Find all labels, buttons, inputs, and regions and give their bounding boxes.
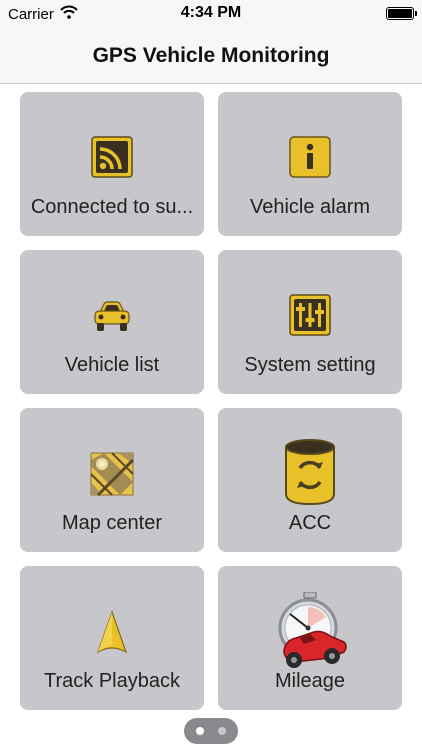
- car-icon: [92, 300, 132, 339]
- battery-icon: [386, 7, 417, 20]
- status-time: 4:34 PM: [180, 4, 242, 21]
- tile-mileage[interactable]: Mileage: [218, 566, 402, 710]
- tile-label: System setting: [244, 354, 376, 376]
- tile-label: Vehicle list: [64, 354, 160, 376]
- page-control[interactable]: [184, 718, 238, 744]
- page-dot-active[interactable]: [196, 727, 204, 735]
- navigation-bar: GPS Vehicle Monitoring: [0, 28, 422, 84]
- tile-label: Track Playback: [44, 670, 180, 692]
- rss-icon: [91, 136, 133, 183]
- map-icon: [90, 452, 135, 501]
- stopwatch-car-icon: [270, 591, 350, 675]
- sliders-icon: [289, 294, 331, 341]
- info-icon: [289, 136, 331, 183]
- tile-track-playback[interactable]: Track Playback: [20, 566, 204, 710]
- tile-label: Mileage: [274, 670, 346, 692]
- navigation-arrow-icon: [95, 610, 129, 661]
- tile-connected[interactable]: Connected to su...: [20, 92, 204, 236]
- tile-label: Vehicle alarm: [249, 196, 371, 218]
- tile-map-center[interactable]: Map center: [20, 408, 204, 552]
- tile-vehicle-alarm[interactable]: Vehicle alarm: [218, 92, 402, 236]
- tile-vehicle-list[interactable]: Vehicle list: [20, 250, 204, 394]
- tile-label: ACC: [288, 512, 332, 534]
- page-dot[interactable]: [218, 727, 226, 735]
- tile-label: Map center: [61, 512, 163, 534]
- status-bar: Carrier 4:34 PM: [0, 0, 422, 28]
- tile-acc[interactable]: ACC: [218, 408, 402, 552]
- tile-label: Connected to su...: [30, 196, 194, 218]
- refresh-cylinder-icon: [283, 438, 337, 511]
- tile-system-setting[interactable]: System setting: [218, 250, 402, 394]
- page-title: GPS Vehicle Monitoring: [92, 44, 330, 67]
